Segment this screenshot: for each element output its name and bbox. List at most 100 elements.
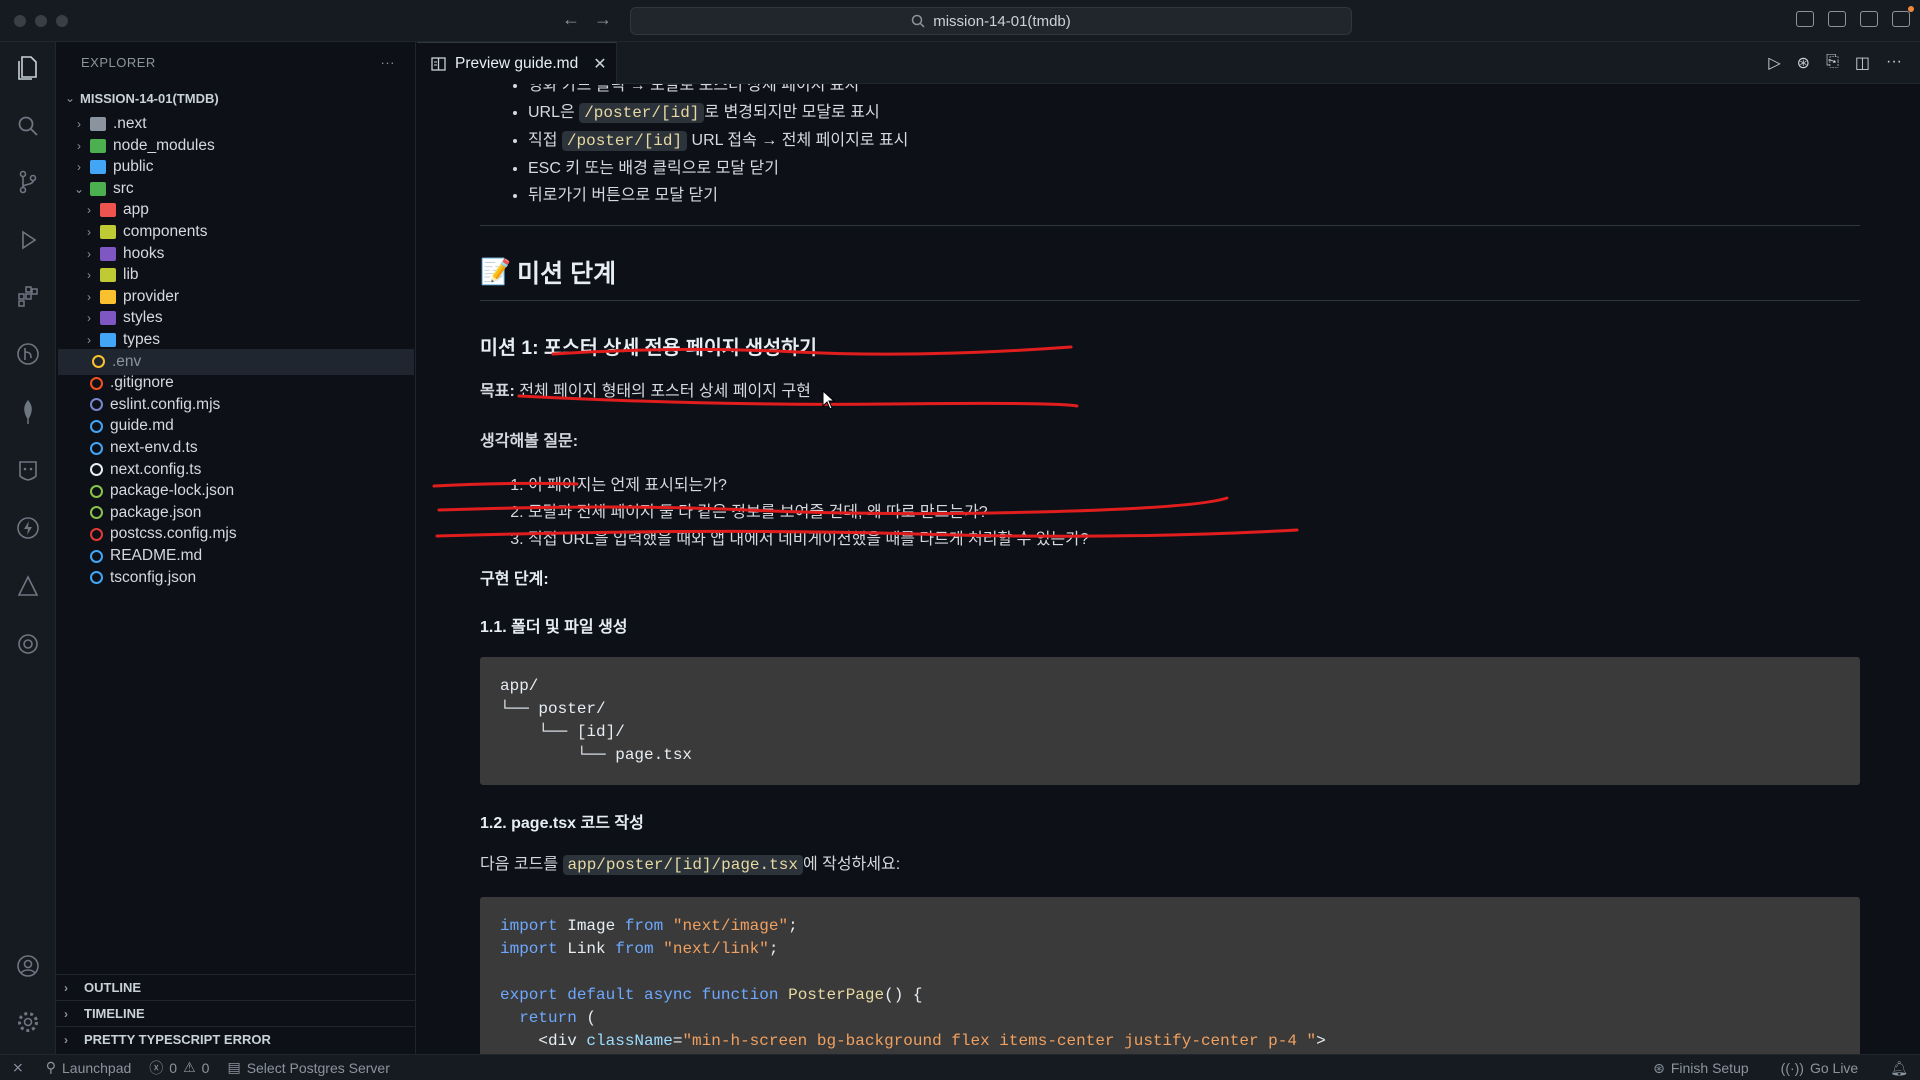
pretty-ts-error-section[interactable]: › PRETTY TYPESCRIPT ERROR (56, 1026, 416, 1052)
file-icon (92, 355, 105, 369)
mongodb-icon[interactable] (14, 398, 42, 426)
explorer-root-label: MISSION-14-01(TMDB) (80, 90, 219, 106)
tree-item-label: types (123, 331, 161, 348)
source-control-icon[interactable] (14, 168, 42, 196)
openai-icon[interactable] (14, 630, 42, 658)
postgres-status[interactable]: ▤ Select Postgres Server (227, 1059, 389, 1076)
forward-arrow-icon[interactable]: → (594, 9, 612, 30)
explorer-more-actions[interactable]: ··· (381, 55, 396, 70)
tree-item-label: .env (112, 352, 142, 370)
folder-icon (100, 225, 116, 239)
explorer-icon[interactable] (14, 54, 42, 82)
lightning-icon[interactable] (14, 514, 42, 542)
toggle-secondary-sidebar-icon[interactable] (1892, 11, 1910, 27)
chevron-right-icon: › (87, 333, 91, 347)
folder-icon (100, 311, 116, 326)
chevron-down-icon: ⌄ (73, 181, 85, 196)
chevron-right-icon: › (77, 117, 81, 131)
warning-count: 0 (201, 1059, 210, 1076)
minimize-window-button[interactable] (35, 15, 47, 27)
list-item: 직접 /poster/[id] URL 접속 → 전체 페이지로 표시 (528, 127, 1860, 155)
folder-icon (100, 203, 116, 218)
file-icon (90, 549, 103, 563)
triangle-icon[interactable] (14, 572, 42, 600)
impl-steps-label: 구현 단계: (480, 571, 549, 588)
tree-item-label: next-env.d.ts (110, 439, 198, 456)
github-icon[interactable] (14, 456, 42, 484)
run-icon[interactable]: ▷ (1768, 53, 1780, 73)
tree-item-label: node_modules (113, 136, 215, 154)
folder-icon (100, 333, 116, 347)
search-icon[interactable] (14, 112, 42, 140)
folder-icon (100, 289, 116, 304)
notifications-button[interactable]: 🔔︎ (1890, 1060, 1908, 1077)
finish-setup-button[interactable]: ⊛ Finish Setup (1653, 1060, 1749, 1077)
tree-item-label: src (113, 179, 134, 197)
tree-item-tsconfig-json[interactable]: tsconfig.json (56, 565, 416, 591)
launchpad-icon: ⚲ (45, 1059, 56, 1075)
file-icon (90, 398, 103, 412)
tree-item-label: .gitignore (110, 374, 174, 392)
maximize-window-button[interactable] (56, 15, 68, 27)
inline-code: app/poster/[id]/page.tsx (562, 855, 803, 875)
outline-section[interactable]: › OUTLINE (56, 974, 416, 1000)
back-arrow-icon[interactable]: ← (562, 9, 580, 30)
customize-layout-icon[interactable] (1796, 11, 1814, 27)
go-live-button[interactable]: ((·)) Go Live (1781, 1060, 1859, 1076)
remote-indicator[interactable]: ⨯ (12, 1059, 24, 1076)
file-icon (90, 571, 103, 585)
divider (480, 225, 1860, 226)
run-debug-icon[interactable] (14, 226, 42, 254)
question-item: 직접 URL을 입력했을 때와 앱 내에서 네비게이션했을 때를 다르게 처리할… (528, 526, 1860, 553)
explorer-root-folder[interactable]: ⌄ MISSION-14-01(TMDB) (56, 85, 416, 111)
open-source-icon[interactable]: ⎘ (1826, 53, 1839, 73)
explorer-sidebar: EXPLORER ··· ⌄ MISSION-14-01(TMDB) › .nex… (56, 42, 416, 1054)
chevron-right-icon: › (87, 225, 91, 239)
file-icon (90, 376, 103, 390)
tree-item-label: .next (113, 115, 147, 132)
problems-status[interactable]: ⓧ 0 ⚠ 0 (149, 1058, 209, 1078)
file-icon (90, 441, 103, 455)
explorer-title: EXPLORER (81, 54, 156, 70)
inline-code: /poster/[id] (579, 103, 705, 123)
close-tab-icon[interactable]: ✕ (593, 54, 606, 74)
accounts-icon[interactable] (14, 952, 42, 980)
chevron-right-icon: › (87, 311, 91, 326)
database-icon: ▤ (227, 1059, 241, 1075)
toggle-sidebar-icon[interactable] (1828, 11, 1846, 27)
copilot-icon[interactable]: ⊛ (1797, 53, 1810, 73)
tree-item-label: provider (123, 287, 179, 305)
preview-content: 영화 카드 클릭 → 모달로 포스터 상세 페이지 표시 URL은 /poste… (480, 84, 1860, 1054)
folder-icon (90, 181, 106, 196)
tree-item-label: public (113, 158, 154, 176)
toggle-panel-icon[interactable] (1860, 11, 1878, 27)
step-1-2-heading: 1.2. page.tsx 코드 작성 (480, 815, 644, 832)
status-bar: ⨯ ⚲ Launchpad ⓧ 0 ⚠ 0 ▤ Select Postgres … (0, 1054, 1920, 1080)
tab-preview-guide[interactable]: Preview guide.md ✕ (417, 42, 617, 84)
error-icon: ⓧ (149, 1059, 164, 1076)
window-controls[interactable] (14, 15, 68, 27)
tree-item-label: app (123, 201, 149, 219)
file-icon (90, 419, 103, 433)
launchpad-status[interactable]: ⚲ Launchpad (46, 1059, 132, 1076)
command-center-search[interactable]: mission-14-01(tmdb) (630, 7, 1352, 35)
questions-list: 이 페이지는 언제 표시되는가? 모달과 전체 페이지 둘 다 같은 정보를 보… (480, 472, 1860, 553)
search-icon (911, 14, 925, 28)
list-item: URL은 /poster/[id]로 변경되지만 모달로 표시 (528, 99, 1860, 127)
instruction-line: 다음 코드를 app/poster/[id]/page.tsx 에 작성하세요: (480, 855, 901, 875)
more-actions-icon[interactable]: ··· (1886, 53, 1902, 73)
questions-label: 생각해볼 질문: (480, 433, 579, 450)
feature-list: 영화 카드 클릭 → 모달로 포스터 상세 페이지 표시 URL은 /poste… (480, 84, 1860, 209)
chevron-right-icon: › (64, 1032, 68, 1047)
folder-icon (90, 138, 106, 153)
warning-icon: ⚠ (183, 1059, 196, 1075)
extensions-icon[interactable] (14, 282, 42, 310)
timeline-section[interactable]: › TIMELINE (56, 1000, 416, 1026)
tree-item-label: components (123, 223, 208, 240)
mission-1-title: 미션 1: 포스터 상세 전용 페이지 생성하기 (480, 337, 817, 359)
split-editor-icon[interactable]: ◫ (1855, 53, 1870, 73)
close-window-button[interactable] (14, 15, 26, 27)
settings-gear-icon[interactable] (14, 1008, 42, 1036)
git-graph-icon[interactable] (14, 340, 42, 368)
markdown-preview[interactable]: 영화 카드 클릭 → 모달로 포스터 상세 페이지 표시 URL은 /poste… (417, 84, 1920, 1054)
